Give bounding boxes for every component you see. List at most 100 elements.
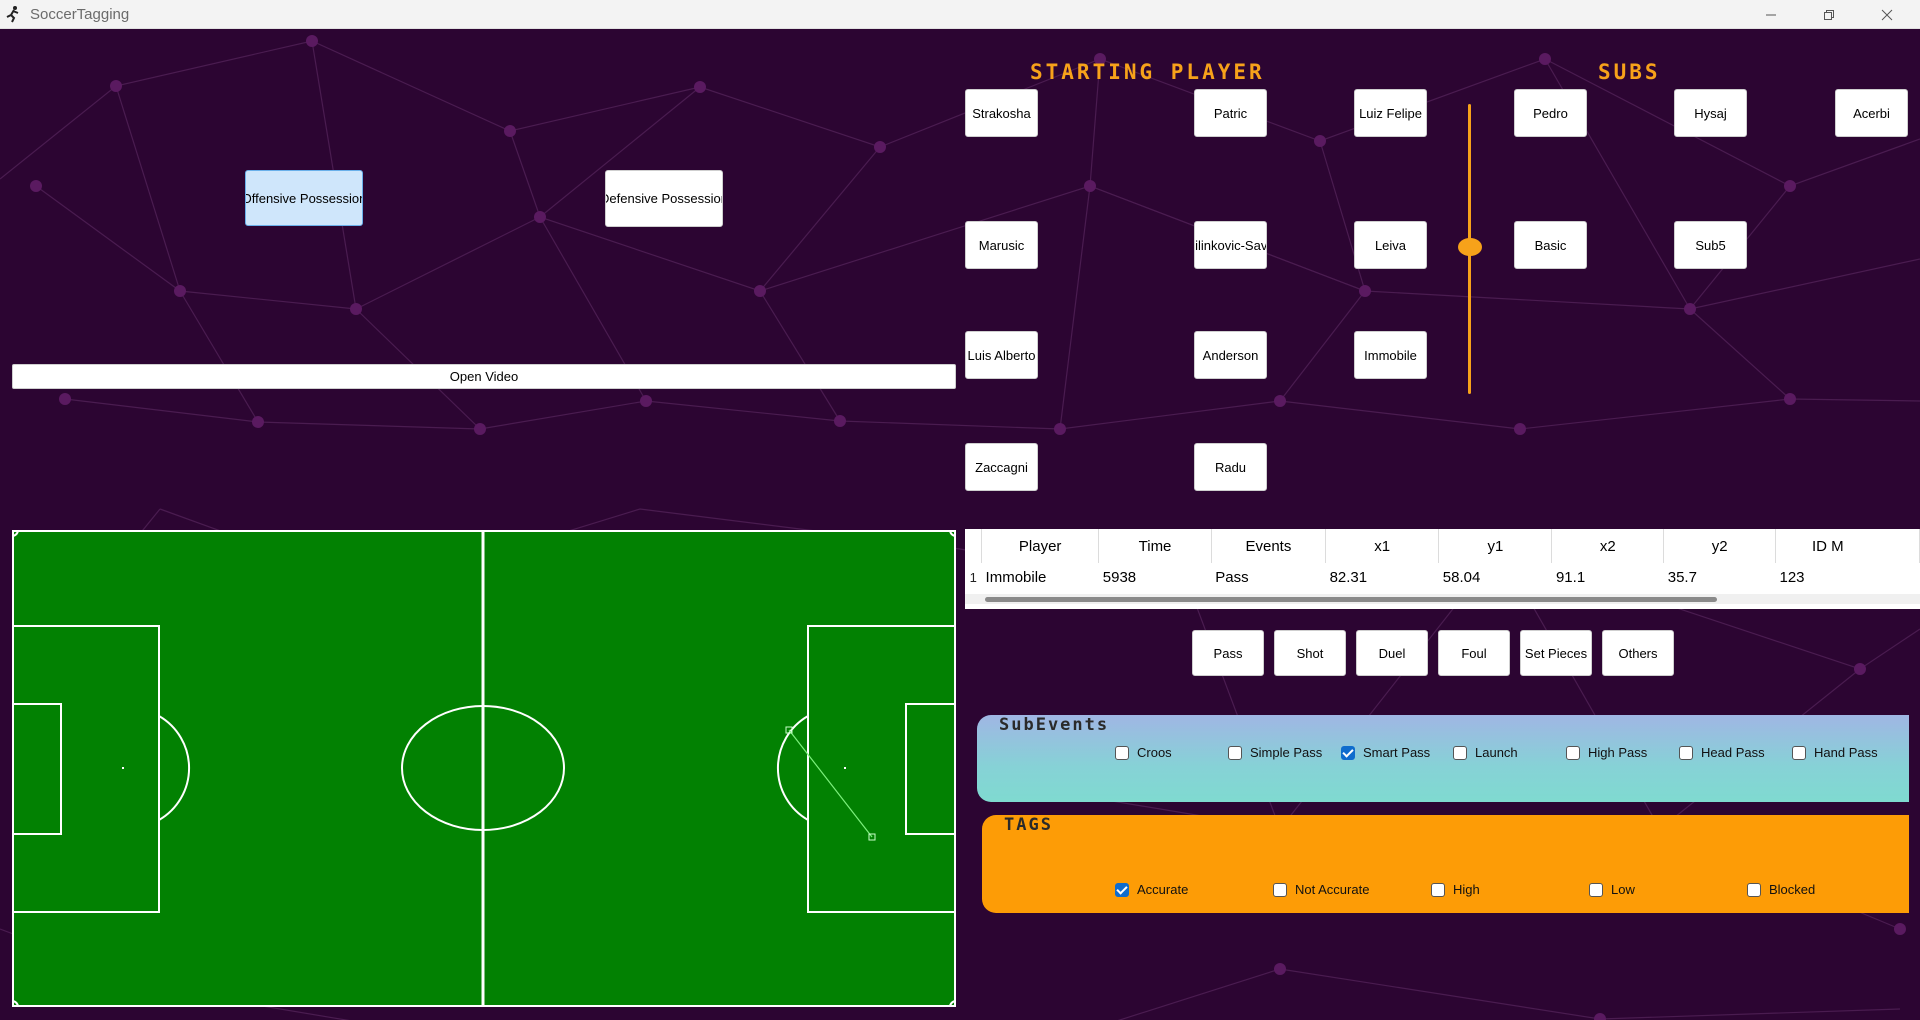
cell-time[interactable]: 5938 bbox=[1099, 563, 1211, 592]
checkbox-box[interactable] bbox=[1792, 745, 1806, 760]
cell-player[interactable]: Immobile bbox=[982, 563, 1099, 592]
checkbox-label: Simple Pass bbox=[1250, 745, 1323, 760]
cell-x1[interactable]: 82.31 bbox=[1326, 563, 1439, 592]
events-table[interactable]: Player Time Events x1 y1 x2 y2 ID M 1 Im… bbox=[965, 529, 1920, 609]
checkbox-box[interactable] bbox=[1431, 882, 1445, 897]
checkbox-croos[interactable]: Croos bbox=[1115, 745, 1172, 760]
event-button-foul[interactable]: Foul bbox=[1438, 630, 1510, 676]
checkbox-high[interactable]: High bbox=[1431, 882, 1480, 897]
column-header-player[interactable]: Player bbox=[981, 529, 1100, 563]
cell-x2[interactable]: 91.1 bbox=[1552, 563, 1664, 592]
column-header-time[interactable]: Time bbox=[1098, 529, 1212, 563]
checkbox-not-accurate[interactable]: Not Accurate bbox=[1273, 882, 1369, 897]
pitch-markings bbox=[11, 529, 957, 1008]
checkbox-label: Blocked bbox=[1769, 882, 1816, 897]
defensive-possession-button[interactable]: Defensive Possession bbox=[605, 170, 723, 227]
player-button-zaccagni[interactable]: Zaccagni bbox=[965, 443, 1038, 491]
checkbox-box[interactable] bbox=[1747, 882, 1761, 897]
player-button-radu[interactable]: Radu bbox=[1194, 443, 1267, 491]
checkbox-low[interactable]: Low bbox=[1589, 882, 1635, 897]
soccer-pitch[interactable] bbox=[11, 529, 957, 1008]
checkbox-box[interactable] bbox=[1453, 745, 1467, 760]
starting-player-heading: STARTING PLAYER bbox=[1030, 60, 1265, 84]
checkbox-label: High bbox=[1453, 882, 1480, 897]
event-button-pass[interactable]: Pass bbox=[1192, 630, 1264, 676]
column-header-x1[interactable]: x1 bbox=[1325, 529, 1440, 563]
row-number: 1 bbox=[969, 570, 977, 585]
player-button-strakosha[interactable]: Strakosha bbox=[965, 89, 1038, 137]
player-button-milinkovic-savic[interactable]: Milinkovic-Savic bbox=[1194, 221, 1267, 269]
sub-button-hysaj[interactable]: Hysaj bbox=[1674, 89, 1747, 137]
column-header-x2[interactable]: x2 bbox=[1551, 529, 1665, 563]
checkbox-label: Croos bbox=[1137, 745, 1172, 760]
horizontal-scrollbar-thumb[interactable] bbox=[985, 597, 1717, 602]
event-button-set-pieces[interactable]: Set Pieces bbox=[1520, 630, 1592, 676]
event-button-others[interactable]: Others bbox=[1602, 630, 1674, 676]
restore-icon bbox=[1824, 9, 1834, 20]
sub-button-basic[interactable]: Basic bbox=[1514, 221, 1587, 269]
checkbox-simple-pass[interactable]: Simple Pass bbox=[1228, 745, 1322, 760]
column-header-id-match[interactable]: ID M bbox=[1775, 529, 1920, 563]
cell-id-match[interactable]: 123 bbox=[1776, 563, 1920, 592]
checkbox-label: High Pass bbox=[1588, 745, 1648, 760]
player-button-leiva[interactable]: Leiva bbox=[1354, 221, 1427, 269]
column-header-y1[interactable]: y1 bbox=[1438, 529, 1553, 563]
tags-title: TAGS bbox=[1004, 815, 1053, 835]
sub-button-acerbi[interactable]: Acerbi bbox=[1835, 89, 1908, 137]
table-row[interactable]: 1 Immobile 5938 Pass 82.31 58.04 91.1 35… bbox=[965, 563, 1920, 592]
checkbox-launch[interactable]: Launch bbox=[1453, 745, 1518, 760]
checkbox-box[interactable] bbox=[1115, 745, 1129, 760]
checkbox-hand-pass[interactable]: Hand Pass bbox=[1792, 745, 1878, 760]
offensive-possession-button[interactable]: Offensive Possession bbox=[245, 170, 363, 226]
restore-button[interactable] bbox=[1800, 0, 1858, 29]
checkbox-box[interactable] bbox=[1589, 882, 1603, 897]
pass-arrow bbox=[788, 729, 873, 838]
checkbox-high-pass[interactable]: High Pass bbox=[1566, 745, 1647, 760]
minimize-button[interactable] bbox=[1742, 0, 1800, 29]
minimize-icon bbox=[1766, 14, 1776, 15]
title-bar: SoccerTagging bbox=[0, 0, 1920, 29]
row-number-header bbox=[965, 529, 983, 563]
checkbox-label: Head Pass bbox=[1701, 745, 1765, 760]
checkbox-box[interactable] bbox=[1228, 745, 1242, 760]
window-title: SoccerTagging bbox=[30, 5, 130, 23]
checkbox-accurate[interactable]: Accurate bbox=[1115, 882, 1188, 897]
subs-heading: SUBS bbox=[1598, 60, 1661, 84]
cell-event[interactable]: Pass bbox=[1211, 563, 1325, 592]
checkbox-box[interactable] bbox=[1273, 882, 1287, 897]
subevents-panel: SubEvents Croos Simple Pass Smart Pass L… bbox=[977, 715, 1909, 802]
checkbox-label: Hand Pass bbox=[1814, 745, 1878, 760]
open-video-button[interactable]: Open Video bbox=[12, 364, 956, 389]
player-button-luis-alberto[interactable]: Luis Alberto bbox=[965, 331, 1038, 379]
subevents-title: SubEvents bbox=[999, 715, 1110, 735]
table-header-row: Player Time Events x1 y1 x2 y2 ID M bbox=[965, 529, 1920, 563]
cell-y2[interactable]: 35.7 bbox=[1664, 563, 1776, 592]
checkbox-smart-pass[interactable]: Smart Pass bbox=[1341, 745, 1430, 760]
player-button-luiz-felipe[interactable]: Luiz Felipe bbox=[1354, 89, 1427, 137]
checkbox-label: Launch bbox=[1475, 745, 1518, 760]
close-button[interactable] bbox=[1858, 0, 1916, 29]
app-icon bbox=[6, 6, 19, 23]
checkbox-head-pass[interactable]: Head Pass bbox=[1679, 745, 1765, 760]
event-button-duel[interactable]: Duel bbox=[1356, 630, 1428, 676]
event-button-shot[interactable]: Shot bbox=[1274, 630, 1346, 676]
player-button-anderson[interactable]: Anderson bbox=[1194, 331, 1267, 379]
checkbox-label: Low bbox=[1611, 882, 1635, 897]
player-slider-handle[interactable] bbox=[1458, 238, 1482, 256]
checkbox-box[interactable] bbox=[1566, 745, 1580, 760]
checkbox-box-checked[interactable] bbox=[1115, 882, 1129, 897]
cell-y1[interactable]: 58.04 bbox=[1439, 563, 1552, 592]
player-button-patric[interactable]: Patric bbox=[1194, 89, 1267, 137]
sub-button-sub5[interactable]: Sub5 bbox=[1674, 221, 1747, 269]
column-header-events[interactable]: Events bbox=[1211, 529, 1327, 563]
checkbox-box-checked[interactable] bbox=[1341, 745, 1355, 760]
checkbox-label: Not Accurate bbox=[1295, 882, 1370, 897]
sub-button-pedro[interactable]: Pedro bbox=[1514, 89, 1587, 137]
checkbox-box[interactable] bbox=[1679, 745, 1693, 760]
checkbox-blocked[interactable]: Blocked bbox=[1747, 882, 1815, 897]
checkbox-label: Accurate bbox=[1137, 882, 1189, 897]
player-button-immobile[interactable]: Immobile bbox=[1354, 331, 1427, 379]
player-button-marusic[interactable]: Marusic bbox=[965, 221, 1038, 269]
column-header-y2[interactable]: y2 bbox=[1663, 529, 1776, 563]
tags-panel: TAGS Accurate Not Accurate High Low Bloc… bbox=[982, 815, 1909, 913]
